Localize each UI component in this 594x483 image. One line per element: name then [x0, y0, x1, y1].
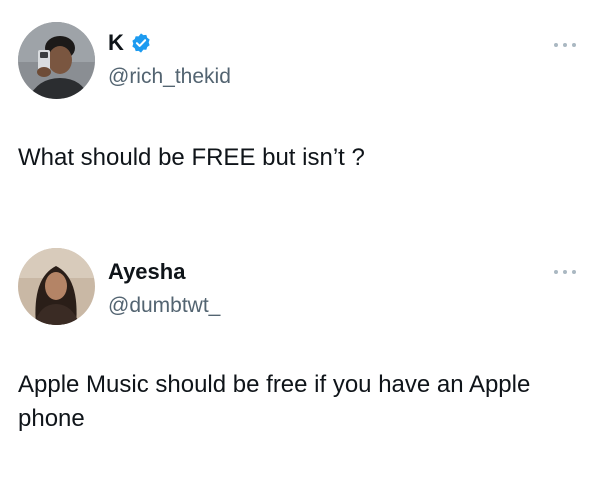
tweet-text: Apple Music should be free if you have a…: [18, 371, 531, 432]
display-name[interactable]: K: [108, 29, 124, 57]
avatar-photo-icon: [18, 22, 95, 99]
more-options-icon[interactable]: [554, 267, 576, 277]
tweet-text: What should be FREE but isn’t ?: [18, 144, 365, 171]
avatar-photo-icon: [18, 248, 95, 325]
tweet-card[interactable]: K @rich_thekid What should be FREE but i…: [0, 0, 594, 240]
avatar[interactable]: [18, 248, 95, 325]
tweet-card[interactable]: Ayesha @dumbtwt_ Apple Music should be f…: [0, 240, 594, 483]
user-handle[interactable]: @dumbtwt_: [108, 293, 220, 319]
display-name[interactable]: Ayesha: [108, 258, 185, 286]
user-handle[interactable]: @rich_thekid: [108, 64, 231, 90]
verified-badge-icon: [130, 32, 152, 54]
author-row: Ayesha: [108, 258, 185, 286]
avatar[interactable]: [18, 22, 95, 99]
author-row: K: [108, 29, 152, 57]
more-options-icon[interactable]: [554, 40, 576, 50]
